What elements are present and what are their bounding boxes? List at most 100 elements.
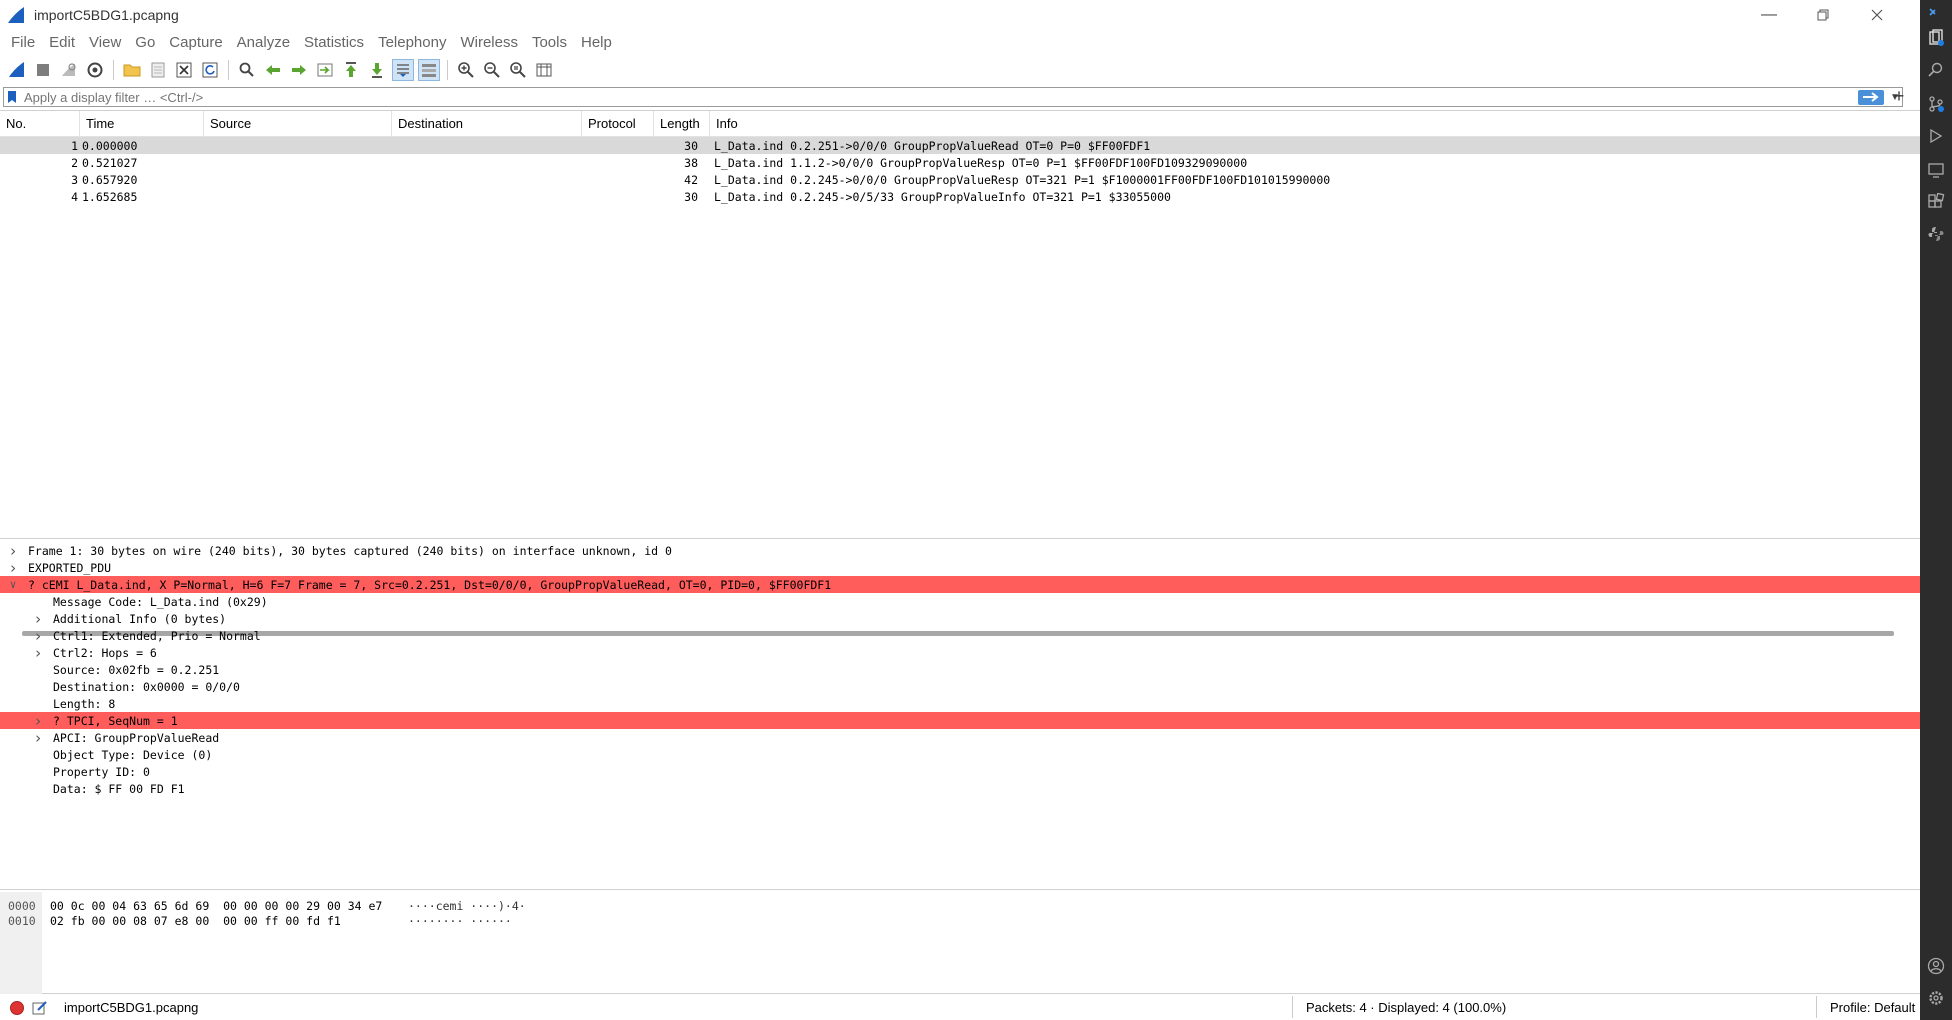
chevron-right-icon[interactable]: › xyxy=(32,644,44,662)
account-icon[interactable] xyxy=(1926,956,1946,976)
close-button[interactable] xyxy=(1854,0,1900,30)
menu-telephony[interactable]: Telephony xyxy=(371,34,453,51)
close-file-button[interactable] xyxy=(173,59,195,81)
extensions-icon[interactable] xyxy=(1926,192,1946,212)
stop-capture-button[interactable] xyxy=(32,59,54,81)
detail-row[interactable]: › Ctrl1: Extended, Prio = Normal xyxy=(0,627,1920,645)
menu-capture[interactable]: Capture xyxy=(162,34,229,51)
menu-go[interactable]: Go xyxy=(128,34,162,51)
packet-bytes: 0000 00 0c 00 04 63 65 6d 69 00 00 00 00 … xyxy=(0,892,1920,994)
python-icon[interactable] xyxy=(1926,224,1946,244)
zoom-in-button[interactable] xyxy=(455,59,477,81)
open-file-button[interactable] xyxy=(121,59,143,81)
packet-row[interactable]: 4 1.652685 30 L_Data.ind 0.2.245->0/5/33 Gr… xyxy=(0,188,1920,205)
menu-help[interactable]: Help xyxy=(574,34,619,51)
display-filter-input[interactable] xyxy=(20,88,1858,106)
minimize-button[interactable]: — xyxy=(1746,0,1792,30)
detail-row[interactable]: › ? TPCI, SeqNum = 1 xyxy=(0,712,1920,730)
filter-bookmark-button[interactable] xyxy=(4,88,20,106)
detail-row[interactable]: › APCI: GroupPropValueRead xyxy=(0,729,1920,747)
column-header-protocol[interactable]: Protocol xyxy=(582,110,654,137)
detail-row[interactable]: › Ctrl2: Hops = 6 xyxy=(0,644,1920,662)
remote-explorer-icon[interactable] xyxy=(1926,160,1946,180)
source-control-icon[interactable] xyxy=(1926,94,1946,114)
apply-filter-button[interactable] xyxy=(1858,89,1884,105)
search-icon[interactable] xyxy=(1926,60,1946,80)
resize-columns-button[interactable] xyxy=(533,59,555,81)
chevron-right-icon[interactable]: › xyxy=(32,627,44,645)
bytes-row[interactable]: 0010 02 fb 00 00 08 07 e8 00 00 00 ff 00 … xyxy=(0,914,900,929)
column-header-time[interactable]: Time xyxy=(80,110,204,137)
colorize-button[interactable] xyxy=(418,59,440,81)
menu-analyze[interactable]: Analyze xyxy=(230,34,297,51)
column-header-info[interactable]: Info xyxy=(710,111,1920,137)
packet-row[interactable]: 1 0.000000 30 L_Data.ind 0.2.251->0/0/0 Gro… xyxy=(0,137,1920,154)
capture-options-button[interactable] xyxy=(84,59,106,81)
menu-wireless[interactable]: Wireless xyxy=(453,34,525,51)
start-capture-button[interactable] xyxy=(6,59,28,81)
folder-icon xyxy=(123,64,141,77)
packet-no: 1 xyxy=(71,138,78,153)
find-packet-button[interactable] xyxy=(236,59,258,81)
last-packet-button[interactable] xyxy=(366,59,388,81)
chevron-right-icon[interactable]: › xyxy=(7,559,19,577)
detail-row[interactable]: › Additional Info (0 bytes) xyxy=(0,610,1920,628)
chevron-right-icon[interactable]: › xyxy=(32,712,44,730)
save-file-button[interactable] xyxy=(147,59,169,81)
explorer-icon[interactable] xyxy=(1926,28,1946,48)
go-to-packet-button[interactable] xyxy=(314,59,336,81)
chevron-down-icon[interactable]: ∨ xyxy=(7,576,19,593)
zoom-reset-button[interactable] xyxy=(507,59,529,81)
settings-gear-icon[interactable] xyxy=(1926,988,1946,1008)
detail-row[interactable]: Message Code: L_Data.ind (0x29) xyxy=(0,593,1920,610)
menu-file[interactable]: File xyxy=(4,34,42,51)
packet-list: No. Time Source Destination Protocol Len… xyxy=(0,110,1920,636)
detail-row[interactable]: Destination: 0x0000 = 0/0/0 xyxy=(0,678,1920,695)
reload-file-button[interactable] xyxy=(199,59,221,81)
previous-packet-button[interactable] xyxy=(262,59,284,81)
column-header-length[interactable]: Length xyxy=(654,110,710,137)
column-header-source[interactable]: Source xyxy=(204,110,392,137)
packet-info: L_Data.ind 0.2.251->0/0/0 GroupPropValue… xyxy=(714,138,1151,153)
packet-no: 3 xyxy=(71,172,78,187)
run-debug-icon[interactable] xyxy=(1926,126,1946,146)
packet-row[interactable]: 2 0.521027 38 L_Data.ind 1.1.2->0/0/0 Group… xyxy=(0,154,1920,171)
next-packet-button[interactable] xyxy=(288,59,310,81)
column-header-destination[interactable]: Destination xyxy=(392,110,582,137)
first-packet-button[interactable] xyxy=(340,59,362,81)
wireshark-window: importC5BDG1.pcapng — File Edit View Go … xyxy=(0,0,1920,1020)
chevron-right-icon[interactable]: › xyxy=(32,729,44,747)
status-profile[interactable]: Profile: Default xyxy=(1830,1000,1915,1015)
detail-row[interactable]: Property ID: 0 xyxy=(0,763,1920,780)
zoom-in-icon xyxy=(458,62,474,78)
bytes-row[interactable]: 0000 00 0c 00 04 63 65 6d 69 00 00 00 00 … xyxy=(0,899,900,914)
detail-row[interactable]: › Frame 1: 30 bytes on wire (240 bits), 3… xyxy=(0,542,1920,560)
remote-icon[interactable] xyxy=(1926,2,1946,22)
remote-icon-shape xyxy=(1929,8,1936,16)
column-header-no[interactable]: No. xyxy=(0,110,80,137)
menu-edit[interactable]: Edit xyxy=(42,34,82,51)
search-glass-icon xyxy=(1928,62,1943,77)
chevron-right-icon[interactable]: › xyxy=(32,610,44,628)
packet-row[interactable]: 3 0.657920 42 L_Data.ind 0.2.245->0/0/0 Gro… xyxy=(0,171,1920,188)
packet-details: › Frame 1: 30 bytes on wire (240 bits), 3… xyxy=(0,538,1920,890)
detail-row[interactable]: Data: $ FF 00 FD F1 xyxy=(0,780,1920,797)
capture-comment-icon[interactable] xyxy=(32,1000,48,1016)
detail-row[interactable]: Length: 8 xyxy=(0,695,1920,712)
add-filter-button[interactable]: + xyxy=(1890,86,1908,106)
zoom-out-button[interactable] xyxy=(481,59,503,81)
menu-tools[interactable]: Tools xyxy=(525,34,574,51)
packet-length: 38 xyxy=(684,155,698,170)
expert-info-icon[interactable] xyxy=(10,1001,24,1015)
menu-view[interactable]: View xyxy=(82,34,128,51)
chevron-right-icon[interactable]: › xyxy=(7,542,19,560)
detail-row[interactable]: ∨ ? cEMI L_Data.ind, X P=Normal, H=6 F=7 … xyxy=(0,576,1920,593)
detail-row[interactable]: Source: 0x02fb = 0.2.251 xyxy=(0,661,1920,678)
resize-columns-icon xyxy=(536,63,552,77)
auto-scroll-button[interactable] xyxy=(392,59,414,81)
detail-row[interactable]: › EXPORTED_PDU xyxy=(0,559,1920,577)
restore-button[interactable] xyxy=(1800,0,1846,30)
menu-statistics[interactable]: Statistics xyxy=(297,34,371,51)
detail-row[interactable]: Object Type: Device (0) xyxy=(0,746,1920,763)
restart-capture-button[interactable] xyxy=(58,59,80,81)
